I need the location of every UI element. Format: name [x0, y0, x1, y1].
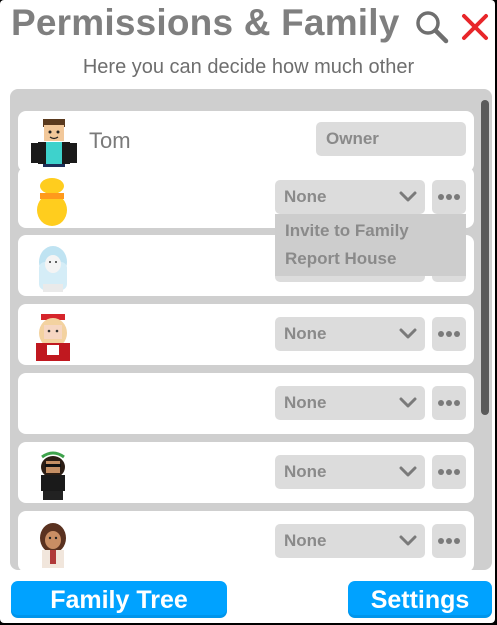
- role-dropdown-value: None: [284, 187, 327, 206]
- role-dropdown[interactable]: None: [275, 386, 425, 420]
- list-item-member: None: [18, 442, 474, 503]
- avatar: [40, 523, 66, 568]
- list-item-owner: Tom Owner: [18, 111, 474, 172]
- menu-item-invite-to-family[interactable]: Invite to Family: [285, 221, 409, 241]
- role-dropdown-value: None: [284, 462, 327, 481]
- chevron-down-icon: [399, 535, 417, 546]
- role-dropdown-value: None: [284, 324, 327, 343]
- more-options-button[interactable]: [432, 317, 466, 351]
- close-icon[interactable]: [458, 10, 492, 44]
- role-label: Owner: [316, 122, 466, 156]
- page-title: Permissions & Family: [11, 2, 400, 43]
- permissions-family-window: Permissions & Family Here you can decide…: [0, 0, 495, 623]
- role-dropdown[interactable]: None: [275, 524, 425, 558]
- list-item-member: None: [18, 304, 474, 365]
- list-item-member: None: [18, 373, 474, 434]
- more-options-button[interactable]: [432, 524, 466, 558]
- chevron-down-icon: [399, 191, 417, 202]
- member-name: Tom: [89, 128, 131, 153]
- member-list[interactable]: Tom Owner None None None None None: [10, 89, 492, 570]
- role-dropdown-value: None: [284, 531, 327, 550]
- list-scrollbar[interactable]: [481, 100, 489, 415]
- menu-item-report-house[interactable]: Report House: [285, 249, 396, 269]
- more-options-button[interactable]: [432, 386, 466, 420]
- role-dropdown[interactable]: None: [275, 180, 425, 214]
- family-tree-button[interactable]: Family Tree: [11, 581, 227, 618]
- more-options-button[interactable]: [432, 455, 466, 489]
- settings-button[interactable]: Settings: [348, 581, 492, 618]
- chevron-down-icon: [399, 328, 417, 339]
- role-dropdown[interactable]: None: [275, 317, 425, 351]
- avatar: [36, 314, 70, 361]
- role-context-menu: Invite to Family Report House: [275, 214, 466, 276]
- list-item-member: None: [18, 511, 474, 570]
- search-icon[interactable]: [414, 9, 450, 45]
- role-dropdown[interactable]: None: [275, 455, 425, 489]
- chevron-down-icon: [399, 397, 417, 408]
- avatar: [31, 119, 77, 170]
- chevron-down-icon: [399, 466, 417, 477]
- avatar: [39, 246, 67, 292]
- avatar: [41, 451, 65, 500]
- subtitle: Here you can decide how much other: [82, 56, 415, 78]
- avatar: [37, 178, 67, 226]
- more-options-button[interactable]: [432, 180, 466, 214]
- role-dropdown-value: None: [284, 393, 327, 412]
